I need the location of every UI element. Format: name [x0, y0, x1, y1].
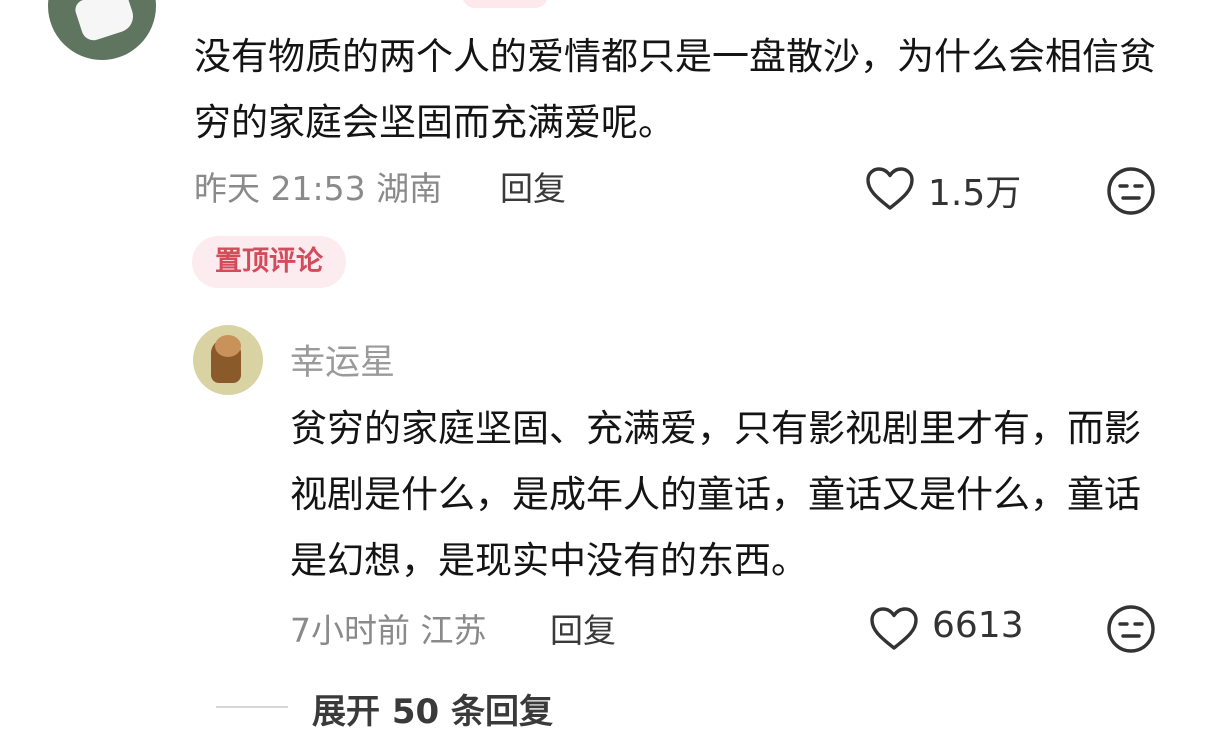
reply-author-name[interactable]: 幸运星	[290, 334, 395, 385]
comment-meta: 昨天 21:53 湖南	[194, 169, 443, 208]
author-badge	[462, 0, 548, 8]
cat-avatar-icon	[72, 0, 138, 44]
reply-dislike-button[interactable]	[1106, 604, 1156, 658]
reply-text: 贫穷的家庭坚固、充满爱，只有影视剧里才有，而影视剧是什么，是成年人的童话，童话又…	[290, 407, 1141, 582]
avatar[interactable]	[48, 0, 156, 60]
comment-text: 没有物质的两个人的爱情都只是一盘散沙，为什么会相信贫穷的家庭会坚固而充满爱呢。	[194, 35, 1156, 144]
pinned-comment-badge: 置顶评论	[192, 236, 346, 288]
neutral-face-icon	[1107, 167, 1155, 215]
expand-divider	[216, 706, 288, 708]
expand-replies-button[interactable]: 展开 50 条回复	[312, 684, 553, 733]
reply-button[interactable]: 回复	[500, 162, 566, 210]
reply-like-button[interactable]	[868, 606, 920, 656]
heart-outline-icon	[866, 167, 914, 210]
like-count: 1.5万	[928, 173, 1022, 214]
heart-outline-icon	[870, 607, 918, 650]
reply-reply-button[interactable]: 回复	[550, 604, 616, 652]
reply-avatar[interactable]	[193, 325, 263, 395]
like-button[interactable]	[864, 166, 916, 216]
reply-meta: 7小时前 江苏	[290, 611, 487, 650]
reply-like-count: 6613	[932, 605, 1024, 646]
neutral-face-icon	[1107, 605, 1155, 653]
dislike-button[interactable]	[1106, 166, 1156, 220]
